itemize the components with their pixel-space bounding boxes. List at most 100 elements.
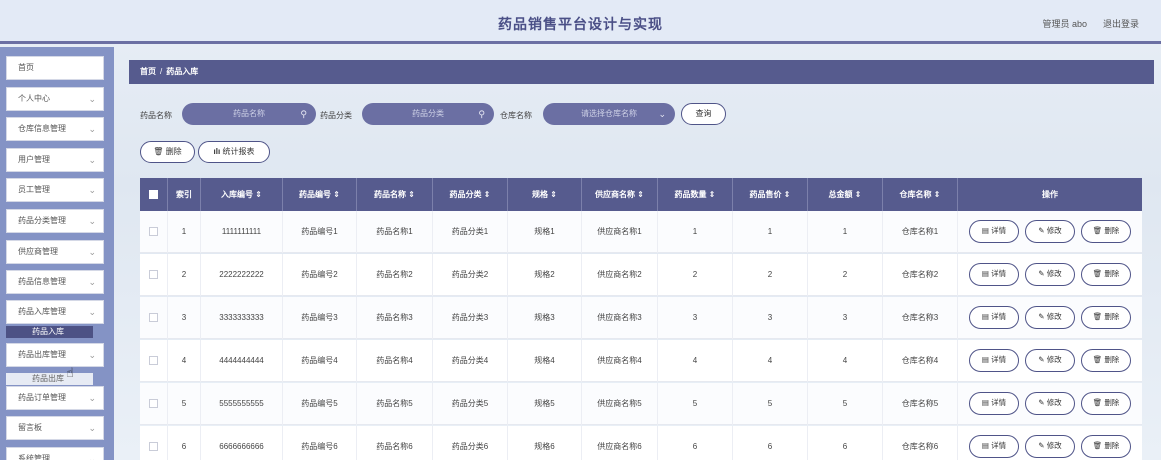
cell-index: 6 [168, 426, 201, 460]
batch-delete-label: 删除 [165, 147, 182, 156]
edit-button[interactable]: ✎ 修改 [1025, 306, 1075, 329]
delete-label: 删除 [1104, 269, 1120, 278]
delete-label: 删除 [1104, 441, 1120, 450]
sidebar-item-2[interactable]: 仓库信息管理 ⌄ [6, 117, 104, 141]
cell-qty: 6 [658, 426, 733, 460]
cell-total: 5 [808, 383, 883, 425]
drug-category-input[interactable]: 药品分类 ⚲ [362, 103, 494, 125]
col-category[interactable]: 药品分类 ⇕ [433, 178, 508, 211]
cell-price: 5 [733, 383, 808, 425]
cell-ops: ▤ 详情 ✎ 修改 🗑 删除 [958, 211, 1142, 253]
cell-drug-no: 药品编号3 [283, 297, 357, 339]
col-price[interactable]: 药品售价 ⇕ [733, 178, 808, 211]
breadcrumb-separator: / [160, 67, 163, 76]
query-button[interactable]: 查询 [681, 103, 726, 125]
cell-drug-name: 药品名称5 [357, 383, 433, 425]
col-total[interactable]: 总金额 ⇕ [808, 178, 883, 211]
table-row: 6 6666666666 药品编号6 药品名称6 药品分类6 规格6 供应商名称6 6 6 6 仓库… [140, 426, 1142, 460]
sidebar-item-4[interactable]: 员工管理 ⌄ [6, 178, 104, 202]
table-row: 4 4444444444 药品编号4 药品名称4 药品分类4 规格4 供应商名称4 4 4 4 仓库… [140, 340, 1142, 382]
app-title: 药品销售平台设计与实现 [498, 16, 663, 32]
col-index: 索引 [168, 178, 201, 211]
row-checkbox[interactable] [140, 254, 168, 296]
sidebar-item-9[interactable]: 药品出库管理 ⌄ [6, 343, 104, 367]
sidebar-subitem-drug-in[interactable]: 药品入库 [6, 326, 93, 338]
batch-delete-button[interactable]: 🗑 删除 [140, 141, 195, 163]
col-drug-no[interactable]: 药品编号 ⇕ [283, 178, 357, 211]
cell-price: 2 [733, 254, 808, 296]
sidebar-item-1[interactable]: 个人中心 ⌄ [6, 87, 104, 111]
cell-total: 6 [808, 426, 883, 460]
chevron-down-icon: ⌄ [88, 423, 96, 433]
pen-icon: ✎ [1038, 269, 1045, 278]
col-qty[interactable]: 药品数量 ⇕ [658, 178, 733, 211]
detail-button[interactable]: ▤ 详情 [969, 435, 1019, 458]
delete-button[interactable]: 🗑 删除 [1081, 392, 1131, 415]
edit-button[interactable]: ✎ 修改 [1025, 349, 1075, 372]
drug-name-input[interactable]: 药品名称 ⚲ [182, 103, 316, 125]
sidebar-item-label: 首页 [18, 63, 34, 72]
trash-icon: 🗑 [1092, 269, 1103, 278]
cell-qty: 2 [658, 254, 733, 296]
cell-spec: 规格2 [508, 254, 582, 296]
col-spec[interactable]: 规格 ⇕ [508, 178, 582, 211]
sidebar-subitem-drug-out[interactable]: 药品出库 [6, 373, 93, 385]
col-warehouse[interactable]: 仓库名称 ⇕ [883, 178, 958, 211]
detail-button[interactable]: ▤ 详情 [969, 220, 1019, 243]
pen-icon: ✎ [1038, 226, 1045, 235]
sidebar-item-12[interactable]: 系统管理 ⌄ [6, 447, 104, 460]
logout-link[interactable]: 退出登录 [1103, 17, 1139, 30]
trash-icon: 🗑 [1092, 355, 1103, 364]
detail-button[interactable]: ▤ 详情 [969, 392, 1019, 415]
delete-button[interactable]: 🗑 删除 [1081, 306, 1131, 329]
row-checkbox[interactable] [140, 383, 168, 425]
warehouse-select[interactable]: 请选择仓库名称 ⌄ [543, 103, 675, 125]
top-header: 药品销售平台设计与实现 管理员 abo 退出登录 [0, 0, 1161, 44]
delete-button[interactable]: 🗑 删除 [1081, 220, 1131, 243]
cell-supplier: 供应商名称4 [582, 340, 658, 382]
col-supplier[interactable]: 供应商名称 ⇕ [582, 178, 658, 211]
row-checkbox[interactable] [140, 340, 168, 382]
col-drug-name[interactable]: 药品名称 ⇕ [357, 178, 433, 211]
delete-button[interactable]: 🗑 删除 [1081, 435, 1131, 458]
row-checkbox[interactable] [140, 211, 168, 253]
sidebar-item-5[interactable]: 药品分类管理 ⌄ [6, 209, 104, 233]
sidebar-item-10[interactable]: 药品订单管理 ⌄ [6, 386, 104, 410]
delete-button[interactable]: 🗑 删除 [1081, 263, 1131, 286]
document-icon: ▤ [981, 355, 989, 364]
cell-in-no: 6666666666 [201, 426, 283, 460]
detail-button[interactable]: ▤ 详情 [969, 306, 1019, 329]
sidebar-item-3[interactable]: 用户管理 ⌄ [6, 148, 104, 172]
edit-button[interactable]: ✎ 修改 [1025, 263, 1075, 286]
sidebar-item-label: 药品分类管理 [18, 216, 66, 225]
sidebar-item-8[interactable]: 药品入库管理 ⌄ [6, 300, 104, 324]
col-ops: 操作 [1042, 190, 1058, 199]
edit-button[interactable]: ✎ 修改 [1025, 392, 1075, 415]
detail-button[interactable]: ▤ 详情 [969, 263, 1019, 286]
detail-label: 详情 [991, 398, 1007, 407]
select-all-checkbox[interactable] [140, 178, 168, 211]
sidebar-item-7[interactable]: 药品信息管理 ⌄ [6, 270, 104, 294]
edit-button[interactable]: ✎ 修改 [1025, 435, 1075, 458]
cell-index: 3 [168, 297, 201, 339]
sidebar-item-11[interactable]: 留言板 ⌄ [6, 416, 104, 440]
detail-button[interactable]: ▤ 详情 [969, 349, 1019, 372]
cell-supplier: 供应商名称6 [582, 426, 658, 460]
cell-qty: 4 [658, 340, 733, 382]
cell-warehouse: 仓库名称5 [883, 383, 958, 425]
sidebar-item-6[interactable]: 供应商管理 ⌄ [6, 240, 104, 264]
chevron-down-icon: ⌄ [88, 393, 96, 403]
breadcrumb-home[interactable]: 首页 [140, 67, 156, 76]
row-checkbox[interactable] [140, 426, 168, 460]
sidebar-item-label: 药品信息管理 [18, 277, 66, 286]
cell-index: 4 [168, 340, 201, 382]
row-checkbox[interactable] [140, 297, 168, 339]
delete-label: 删除 [1104, 226, 1120, 235]
edit-button[interactable]: ✎ 修改 [1025, 220, 1075, 243]
delete-button[interactable]: 🗑 删除 [1081, 349, 1131, 372]
col-in-no[interactable]: 入库编号 ⇕ [201, 178, 283, 211]
sidebar-item-0[interactable]: 首页 [6, 56, 104, 80]
document-icon: ▤ [981, 441, 989, 450]
cell-category: 药品分类3 [433, 297, 508, 339]
report-button[interactable]: ılı 统计报表 [198, 141, 270, 163]
